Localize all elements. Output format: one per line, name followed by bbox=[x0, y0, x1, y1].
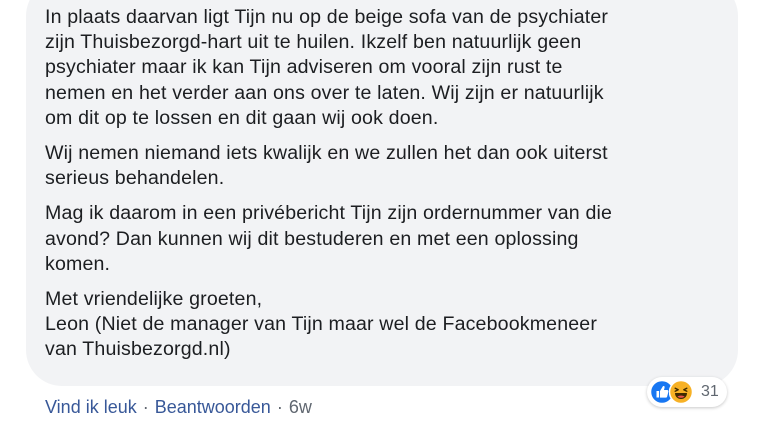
comment-paragraph-4: Met vriendelijke groeten, Leon (Niet de … bbox=[45, 288, 598, 361]
reaction-summary[interactable]: 31 bbox=[647, 377, 727, 407]
comment-body: In plaats daarvan ligt Tijn nu op de bei… bbox=[45, 5, 735, 373]
reply-link[interactable]: Beantwoorden bbox=[155, 396, 271, 418]
comment-paragraph-3: Mag ik daarom in een privébericht Tijn z… bbox=[45, 202, 613, 275]
separator: · bbox=[142, 397, 149, 417]
comment-paragraph-2: Wij nemen niemand iets kwalijk en we zul… bbox=[45, 142, 608, 190]
reaction-count: 31 bbox=[701, 383, 719, 400]
haha-icon bbox=[669, 380, 693, 404]
separator: · bbox=[276, 397, 283, 417]
timestamp-link[interactable]: 6w bbox=[289, 396, 312, 418]
like-link[interactable]: Vind ik leuk bbox=[45, 396, 137, 418]
comment-paragraph-1: In plaats daarvan ligt Tijn nu op de bei… bbox=[45, 6, 609, 129]
comment-actions: Vind ik leuk · Beantwoorden · 6w bbox=[45, 396, 312, 418]
